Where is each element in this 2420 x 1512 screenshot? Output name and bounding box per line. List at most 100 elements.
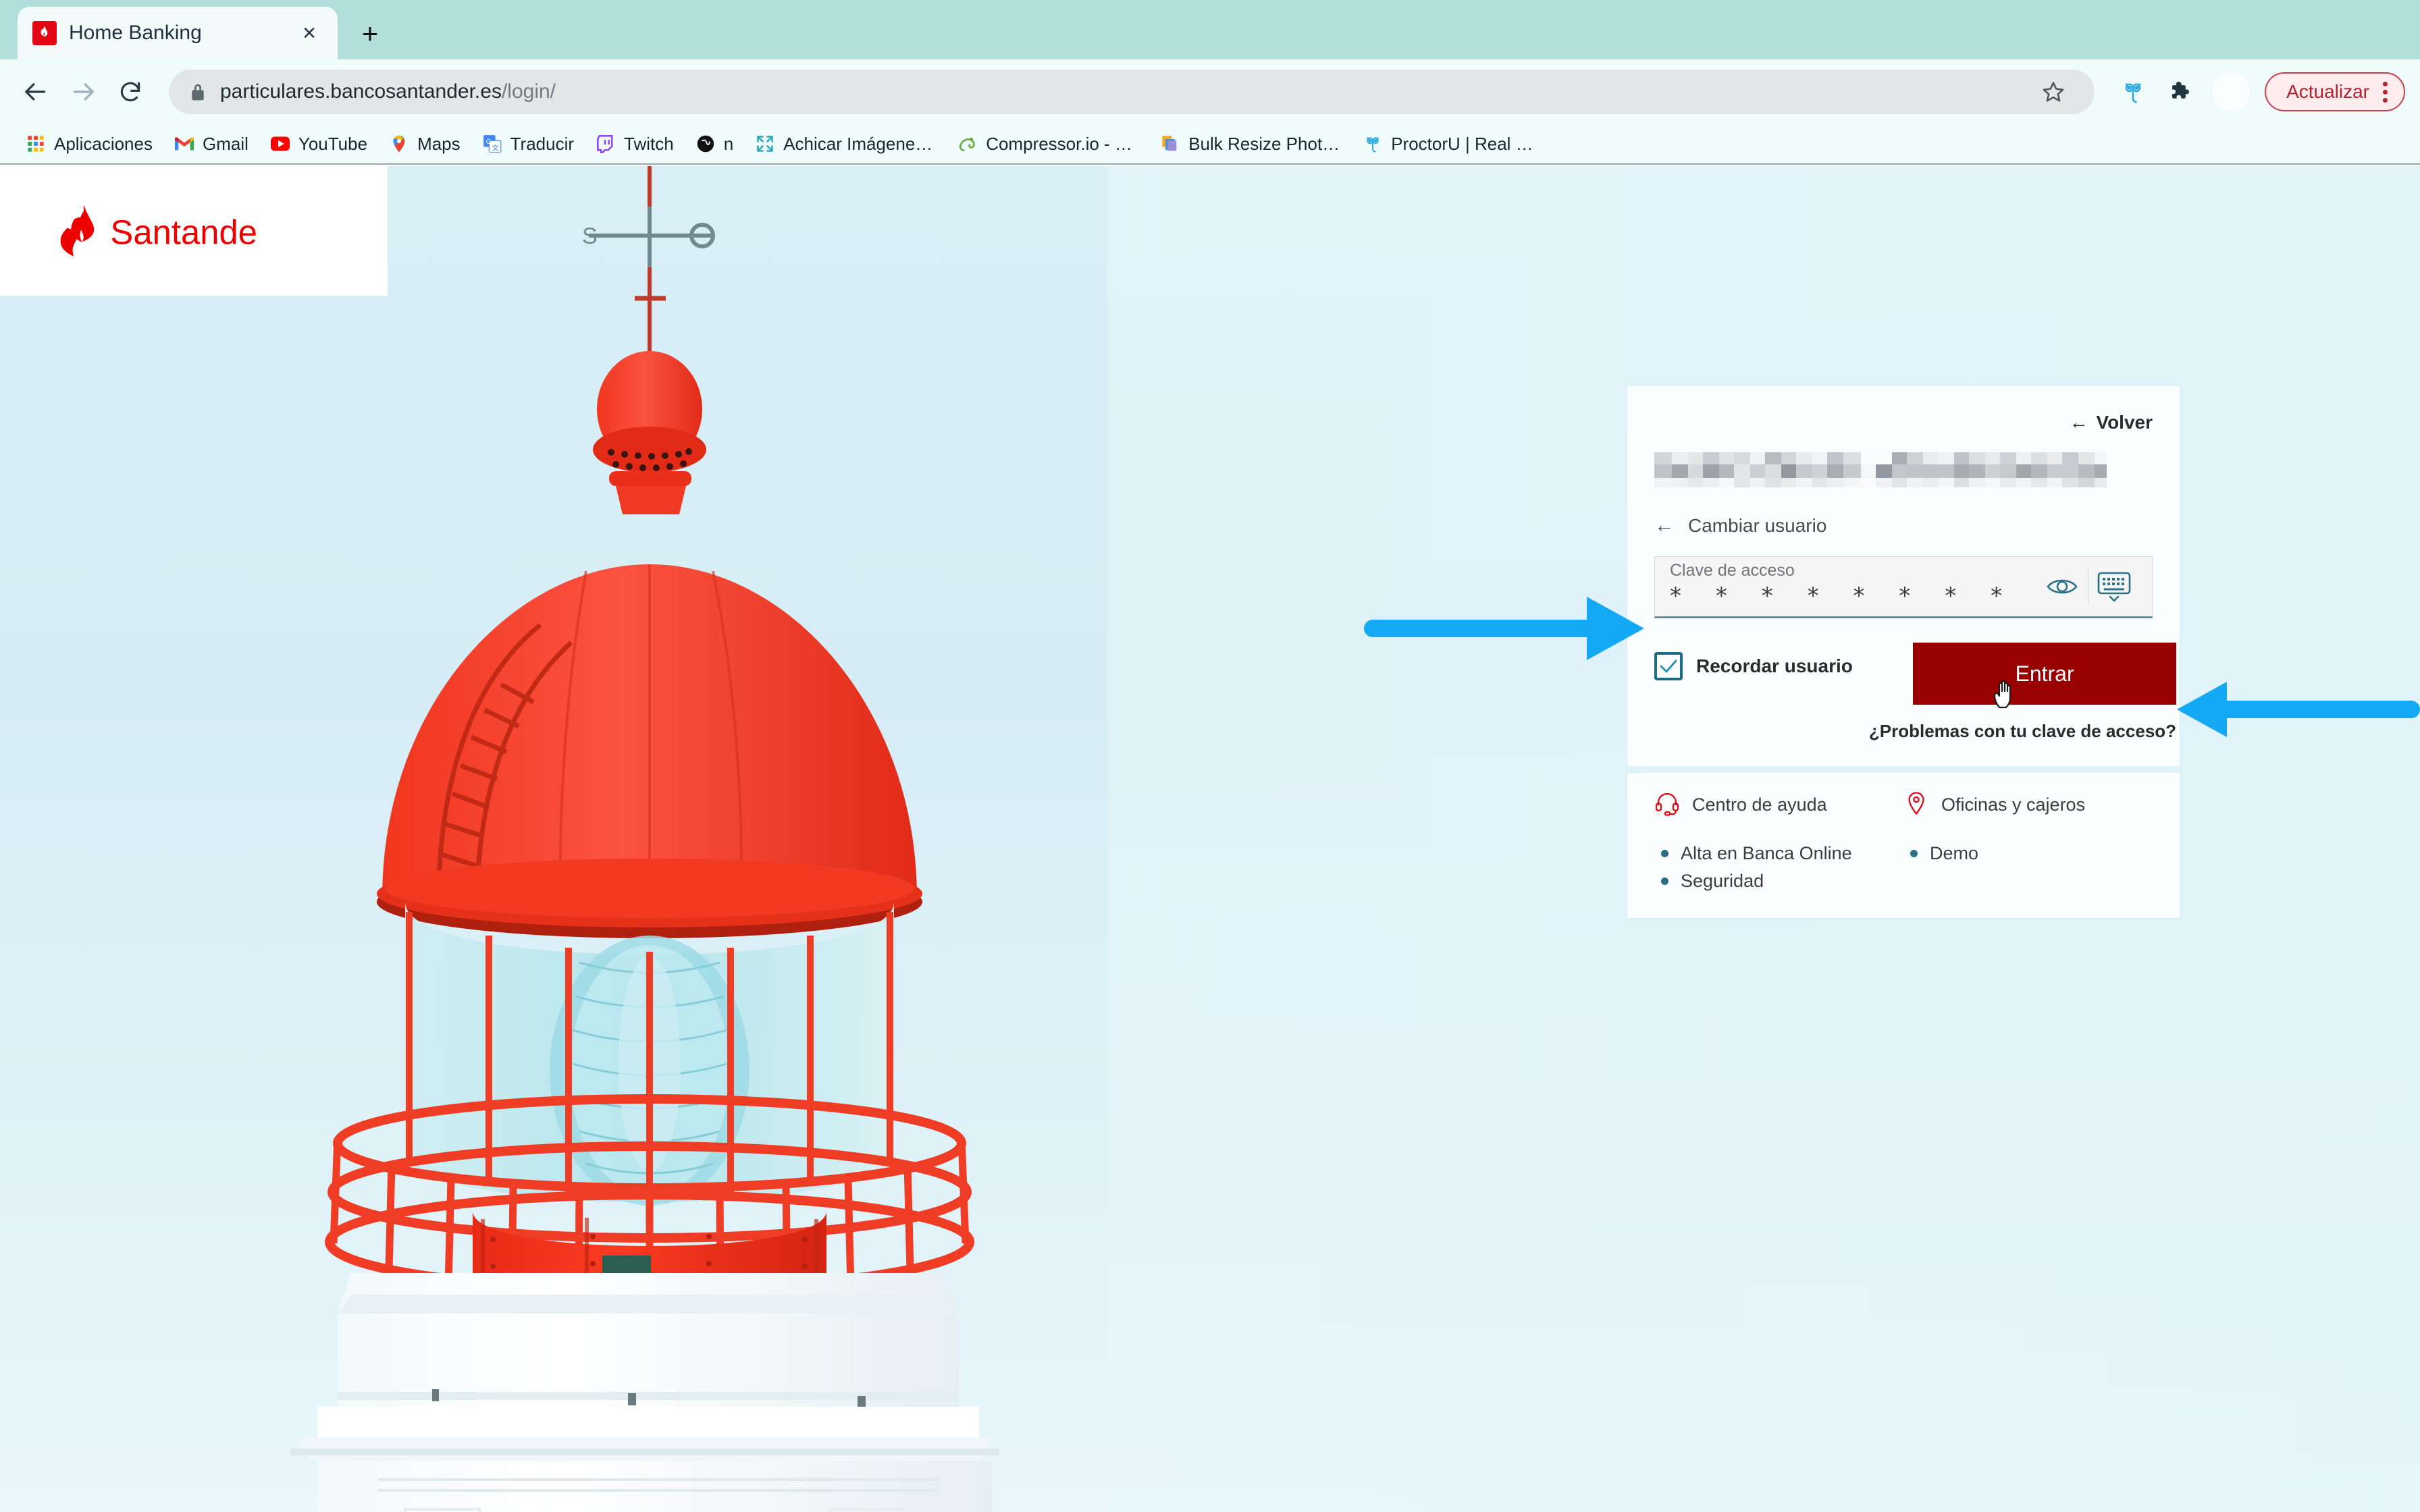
centro-de-ayuda-link[interactable]: Centro de ayuda bbox=[1654, 790, 1903, 840]
new-tab-button[interactable]: + bbox=[350, 14, 390, 54]
bookmark-label: Traducir bbox=[510, 133, 575, 154]
bookmark-label: Aplicaciones bbox=[54, 133, 153, 154]
bookmark-label: ProctorU | Real Pe... bbox=[1391, 133, 1544, 154]
svg-text:Santander: Santander bbox=[110, 213, 259, 252]
map-pin-icon bbox=[1903, 790, 1929, 819]
annotation-arrow-to-entrar bbox=[2177, 682, 2420, 737]
annotation-arrow-to-password bbox=[1364, 597, 1644, 660]
bookmarks-bar: Aplicaciones Gmail YouTube Maps G文 Tradu… bbox=[0, 124, 2420, 165]
remember-user-checkbox[interactable]: Recordar usuario bbox=[1654, 643, 1853, 680]
puzzle-piece-icon[interactable] bbox=[2159, 71, 2201, 113]
bookmark-item-compressor-io[interactable]: Compressor.io - o... bbox=[947, 128, 1149, 160]
remember-user-label: Recordar usuario bbox=[1696, 655, 1853, 676]
entrar-button-label: Entrar bbox=[2015, 661, 2074, 686]
bookmark-item-aplicaciones[interactable]: Aplicaciones bbox=[15, 128, 163, 160]
password-field[interactable]: Clave de acceso * * * * * * * * bbox=[1654, 556, 2153, 618]
url-path: /login/ bbox=[501, 80, 556, 103]
compressor-chameleon-icon bbox=[957, 134, 978, 154]
browser-window: Home Banking × + particulares.bancosanta… bbox=[0, 0, 2420, 1512]
forward-arrow-icon[interactable] bbox=[62, 71, 104, 113]
entrar-button[interactable]: Entrar bbox=[1913, 643, 2177, 709]
lighthouse-illustration: S bbox=[290, 166, 999, 1512]
footer-link-demo[interactable]: Demo bbox=[1903, 840, 2153, 867]
owl-icon[interactable] bbox=[2112, 71, 2154, 113]
login-card-footer: Centro de ayuda Alta en Banca Online Seg… bbox=[1627, 773, 2180, 918]
reload-icon[interactable] bbox=[109, 71, 151, 113]
google-maps-icon bbox=[389, 134, 409, 154]
password-label: Clave de acceso bbox=[1670, 561, 1795, 580]
blurred-username bbox=[1654, 450, 2107, 487]
shrink-images-icon bbox=[755, 134, 775, 154]
bookmark-star-icon[interactable] bbox=[2032, 71, 2074, 113]
update-button[interactable]: Actualizar bbox=[2265, 72, 2405, 111]
gmail-icon bbox=[174, 134, 194, 154]
bookmark-label: Gmail bbox=[202, 133, 248, 154]
footer-link-label: Demo bbox=[1930, 843, 1979, 863]
bullet-icon bbox=[1661, 850, 1668, 857]
bookmark-label: n bbox=[723, 133, 734, 154]
change-user-label: Cambiar usuario bbox=[1688, 515, 1827, 536]
footer-link-seguridad[interactable]: Seguridad bbox=[1654, 867, 1903, 895]
bookmark-label: Twitch bbox=[624, 133, 674, 154]
bookmark-label: YouTube bbox=[298, 133, 368, 154]
bookmark-item-bulk-resize[interactable]: Bulk Resize Photo... bbox=[1149, 128, 1352, 160]
left-arrow-icon: ← bbox=[1654, 514, 1675, 537]
apps-grid-icon bbox=[26, 134, 46, 154]
svg-text:G: G bbox=[485, 138, 491, 146]
google-translate-icon: G文 bbox=[482, 134, 502, 154]
bookmark-item-twitch[interactable]: Twitch bbox=[585, 128, 685, 160]
oficinas-y-cajeros-link[interactable]: Oficinas y cajeros bbox=[1903, 790, 2153, 840]
password-trouble-link[interactable]: ¿Problemas con tu clave de acceso? bbox=[1869, 721, 2176, 742]
svg-text:文: 文 bbox=[492, 143, 499, 152]
bookmark-item-achicar-imagenes[interactable]: Achicar Imágenes... bbox=[744, 128, 947, 160]
login-card-body: ← Volver ← Cambiar usuario Clave de acce… bbox=[1627, 386, 2180, 766]
bookmark-item-traducir[interactable]: G文 Traducir bbox=[471, 128, 585, 160]
change-user-link[interactable]: ← Cambiar usuario bbox=[1654, 491, 2153, 556]
tab-strip: Home Banking × + bbox=[0, 0, 2420, 59]
eye-icon[interactable] bbox=[2036, 556, 2088, 618]
bookmark-item-proctoru[interactable]: ProctorU | Real Pe... bbox=[1352, 128, 1554, 160]
address-bar[interactable]: particulares.bancosantander.es/login/ bbox=[169, 70, 2095, 114]
avatar[interactable] bbox=[2212, 73, 2251, 111]
proctoru-owl-icon bbox=[1363, 134, 1383, 154]
bookmark-label: Maps bbox=[417, 133, 461, 154]
bookmark-label: Compressor.io - o... bbox=[986, 133, 1139, 154]
update-button-label: Actualizar bbox=[2286, 81, 2369, 102]
footer-heading: Centro de ayuda bbox=[1692, 794, 1827, 815]
bullet-icon bbox=[1661, 878, 1668, 885]
footer-column-help: Centro de ayuda Alta en Banca Online Seg… bbox=[1654, 790, 1903, 895]
santander-logo[interactable]: Santander bbox=[0, 166, 388, 296]
password-input-area[interactable]: Clave de acceso * * * * * * * * bbox=[1655, 557, 2036, 616]
bookmark-item-youtube[interactable]: YouTube bbox=[259, 128, 378, 160]
url-text: particulares.bancosantander.es/login/ bbox=[220, 80, 556, 103]
notion-icon bbox=[695, 134, 716, 154]
footer-link-label: Seguridad bbox=[1681, 871, 1764, 891]
close-icon[interactable]: × bbox=[296, 20, 323, 47]
bookmark-item-gmail[interactable]: Gmail bbox=[163, 128, 259, 160]
footer-heading: Oficinas y cajeros bbox=[1941, 794, 2086, 815]
santander-flame-logo: Santander bbox=[60, 205, 259, 256]
virtual-keyboard-icon[interactable] bbox=[2088, 556, 2140, 618]
footer-column-offices: Oficinas y cajeros Demo bbox=[1903, 790, 2153, 895]
login-card: ← Volver ← Cambiar usuario Clave de acce… bbox=[1627, 386, 2180, 918]
checkbox-checked-icon[interactable] bbox=[1654, 652, 1683, 680]
footer-link-alta-banca-online[interactable]: Alta en Banca Online bbox=[1654, 840, 1903, 867]
browser-tab[interactable]: Home Banking × bbox=[18, 7, 338, 59]
kebab-menu-icon[interactable] bbox=[2379, 81, 2392, 103]
tab-title: Home Banking bbox=[69, 22, 202, 44]
login-actions-row: Recordar usuario Entrar ¿Problemas con t… bbox=[1654, 643, 2177, 742]
svg-text:S: S bbox=[582, 223, 598, 249]
back-arrow-icon[interactable] bbox=[15, 71, 57, 113]
youtube-icon bbox=[270, 134, 290, 154]
omnibox-actions bbox=[2032, 71, 2074, 113]
bookmark-item-maps[interactable]: Maps bbox=[378, 128, 471, 160]
browser-toolbar: particulares.bancosantander.es/login/ Ac… bbox=[0, 59, 2420, 124]
back-link-label: Volver bbox=[2096, 412, 2153, 433]
bookmark-label: Achicar Imágenes... bbox=[783, 133, 937, 154]
bookmark-item-n[interactable]: n bbox=[685, 128, 744, 160]
password-field-actions bbox=[2036, 557, 2152, 616]
footer-columns: Centro de ayuda Alta en Banca Online Seg… bbox=[1654, 790, 2153, 895]
page-viewport: S Santander ← Volver ← Cambiar usuario C… bbox=[0, 166, 2420, 1512]
footer-link-label: Alta en Banca Online bbox=[1681, 843, 1852, 863]
back-link[interactable]: ← Volver bbox=[1654, 402, 2153, 439]
